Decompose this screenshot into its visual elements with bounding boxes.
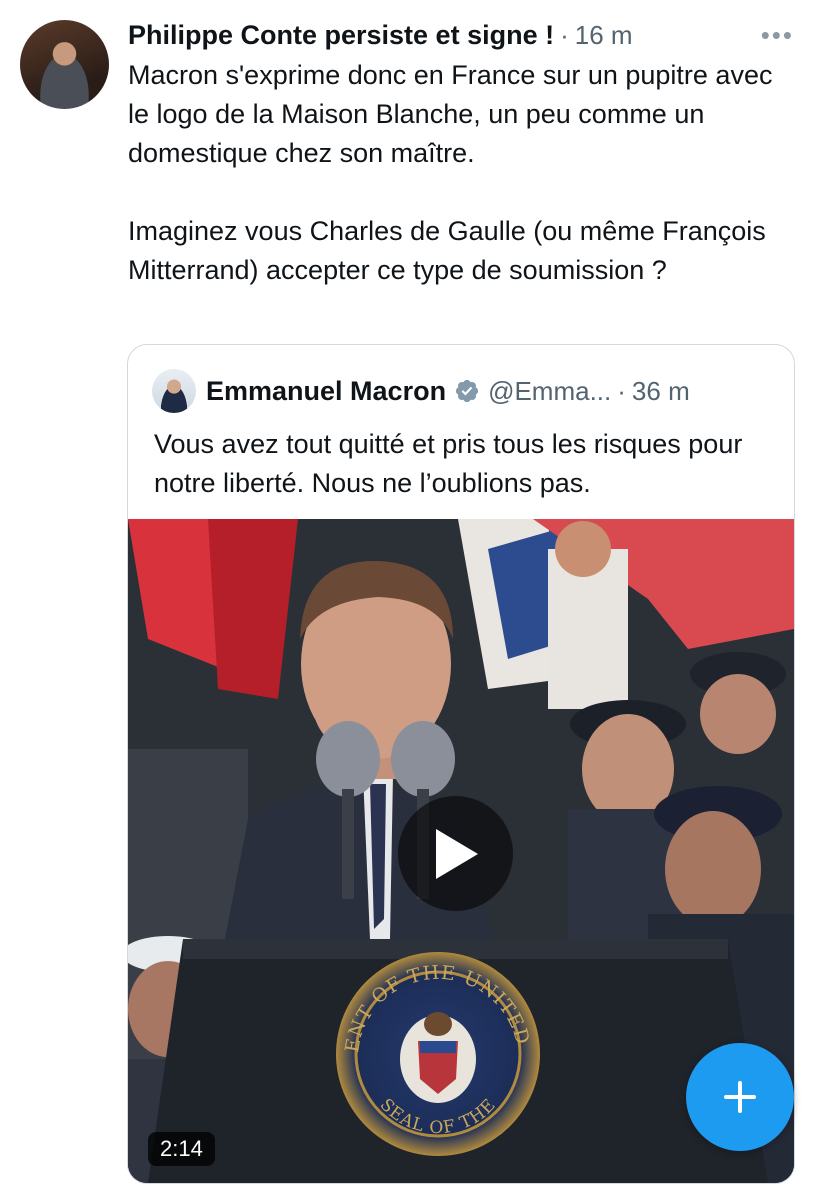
post-paragraph-2: Imaginez vous Charles de Gaulle (ou même…: [128, 216, 766, 285]
quoted-author-handle[interactable]: @Emma...: [488, 376, 611, 407]
verified-badge-icon: [454, 378, 480, 404]
quoted-author-avatar[interactable]: [152, 369, 196, 413]
play-icon: [435, 828, 478, 879]
quoted-post-header: Emmanuel Macron @Emma... · 36 m: [152, 369, 774, 413]
quoted-post-text: Vous avez tout quitté et pris tous les r…: [154, 429, 743, 498]
author-avatar[interactable]: [20, 20, 109, 109]
quoted-time[interactable]: 36 m: [632, 376, 690, 407]
more-options-icon[interactable]: •••: [761, 20, 794, 51]
quoted-post[interactable]: Emmanuel Macron @Emma... · 36 m Vous ave…: [127, 344, 795, 1184]
post-paragraph-1: Macron s'exprime donc en France sur un p…: [128, 60, 773, 168]
post-time[interactable]: 16 m: [575, 20, 633, 51]
compose-button[interactable]: [686, 1043, 794, 1151]
quoted-separator: ·: [617, 375, 626, 406]
post-header: Philippe Conte persiste et signe ! · 16 …: [128, 18, 794, 52]
quoted-author-name[interactable]: Emmanuel Macron: [206, 376, 446, 407]
plus-icon: [724, 1081, 756, 1113]
post-separator: ·: [560, 19, 569, 50]
video-duration: 2:14: [148, 1132, 215, 1166]
post-body: Macron s'exprime donc en France sur un p…: [128, 56, 788, 290]
author-name[interactable]: Philippe Conte persiste et signe !: [128, 20, 554, 51]
play-button[interactable]: [398, 796, 513, 911]
